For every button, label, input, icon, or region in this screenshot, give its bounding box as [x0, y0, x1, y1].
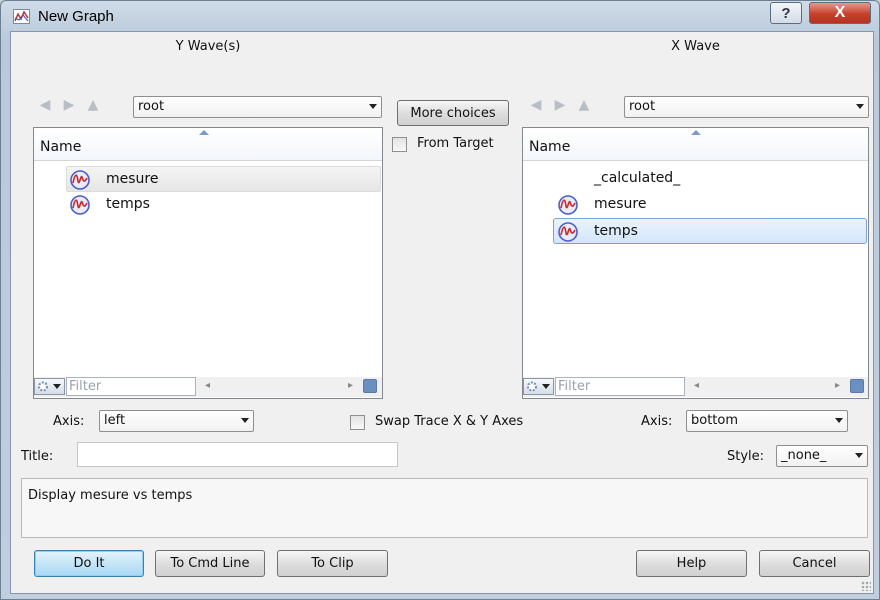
x-axis-value: bottom [691, 413, 739, 428]
command-preview-text: Display mesure vs temps [28, 488, 193, 503]
list-item[interactable]: temps [553, 218, 867, 244]
scroll-left-icon[interactable]: ◂ [694, 380, 699, 391]
gear-icon[interactable] [34, 378, 65, 395]
scroll-right-icon[interactable]: ▸ [348, 380, 353, 391]
from-target-label: From Target [417, 136, 494, 151]
command-preview: Display mesure vs temps [21, 478, 868, 538]
y-filter-input[interactable]: Filter [66, 377, 196, 396]
chevron-down-icon [835, 418, 843, 423]
sort-up-icon [691, 130, 701, 135]
title-input[interactable] [77, 442, 398, 467]
forward-arrow-icon[interactable]: ▶ [552, 97, 568, 113]
chevron-down-icon [369, 104, 377, 109]
up-arrow-icon[interactable]: ▲ [85, 97, 101, 113]
y-name-column[interactable]: Name [40, 139, 81, 155]
forward-arrow-icon[interactable]: ▶ [61, 97, 77, 113]
up-arrow-icon[interactable]: ▲ [576, 97, 592, 113]
x-name-column[interactable]: Name [529, 139, 570, 155]
x-filter-input[interactable]: Filter [555, 377, 685, 396]
window-title: New Graph [38, 8, 114, 25]
y-list-header[interactable]: Name [34, 128, 382, 161]
back-arrow-icon[interactable]: ◀ [37, 97, 53, 113]
x-filter-placeholder: Filter [558, 379, 591, 394]
y-axis-label: Axis: [53, 414, 85, 429]
gear-icon[interactable] [523, 378, 554, 395]
x-axis-select[interactable]: bottom [686, 410, 848, 432]
x-folder-value: root [629, 99, 656, 114]
y-axis-value: left [104, 413, 126, 428]
help-button[interactable]: Help [636, 550, 747, 577]
list-item[interactable]: mesure [553, 192, 867, 218]
y-folder-value: root [138, 99, 165, 114]
list-item[interactable]: _calculated_ [553, 166, 867, 192]
style-label: Style: [727, 449, 765, 464]
from-target-checkbox[interactable] [392, 137, 407, 152]
list-item-label: _calculated_ [594, 170, 681, 186]
cancel-button[interactable]: Cancel [759, 550, 870, 577]
to-cmd-line-button[interactable]: To Cmd Line [155, 550, 265, 577]
title-help-button[interactable]: ? [770, 2, 802, 24]
list-item-label: temps [594, 223, 638, 239]
chevron-down-icon [856, 104, 864, 109]
x-filter-bar: Filter ◂ ▸ [523, 377, 868, 397]
wave-icon [70, 195, 90, 215]
list-item-label: mesure [594, 196, 647, 212]
chevron-down-icon [241, 418, 249, 423]
wave-icon [558, 222, 578, 242]
scroll-right-icon[interactable]: ▸ [835, 380, 840, 391]
list-item-label: temps [106, 196, 150, 212]
title-close-button[interactable]: X [809, 2, 871, 24]
scroll-left-icon[interactable]: ◂ [205, 380, 210, 391]
x-wave-title: X Wave [671, 39, 720, 54]
more-choices-button[interactable]: More choices [397, 100, 509, 126]
dialog-body: Y Wave(s) ◀ ▶ ▲ root Name mesure temps F… [10, 31, 874, 594]
to-clip-button[interactable]: To Clip [277, 550, 388, 577]
list-item[interactable]: temps [66, 192, 381, 218]
do-it-button[interactable]: Do It [34, 550, 144, 577]
title-bar[interactable]: New Graph ? X [1, 1, 879, 31]
help-icon[interactable] [363, 379, 377, 393]
wave-icon [70, 170, 90, 190]
chevron-down-icon [855, 453, 863, 458]
app-icon [13, 9, 30, 24]
y-filter-placeholder: Filter [69, 379, 102, 394]
y-folder-select[interactable]: root [133, 96, 382, 118]
help-icon[interactable] [850, 379, 864, 393]
list-item-label: mesure [106, 171, 159, 187]
style-select[interactable]: _none_ [776, 445, 868, 467]
back-arrow-icon[interactable]: ◀ [528, 97, 544, 113]
swap-axes-checkbox[interactable] [350, 415, 365, 430]
swap-axes-label: Swap Trace X & Y Axes [375, 414, 524, 429]
x-folder-select[interactable]: root [624, 96, 869, 118]
y-axis-select[interactable]: left [99, 410, 254, 432]
new-graph-window: New Graph ? X Y Wave(s) ◀ ▶ ▲ root Name … [0, 0, 880, 600]
style-value: _none_ [781, 448, 827, 463]
y-filter-bar: Filter ◂ ▸ [34, 377, 382, 397]
list-item[interactable]: mesure [66, 166, 381, 192]
x-list-header[interactable]: Name [523, 128, 868, 161]
wave-icon [558, 195, 578, 215]
title-label: Title: [21, 449, 54, 464]
x-wave-list[interactable]: Name _calculated_ mesure temps [522, 127, 869, 399]
sort-up-icon [199, 130, 209, 135]
resize-grip-icon[interactable] [861, 581, 871, 591]
y-waves-title: Y Wave(s) [175, 39, 241, 54]
y-wave-list[interactable]: Name mesure temps [33, 127, 383, 399]
x-axis-label: Axis: [641, 414, 673, 429]
